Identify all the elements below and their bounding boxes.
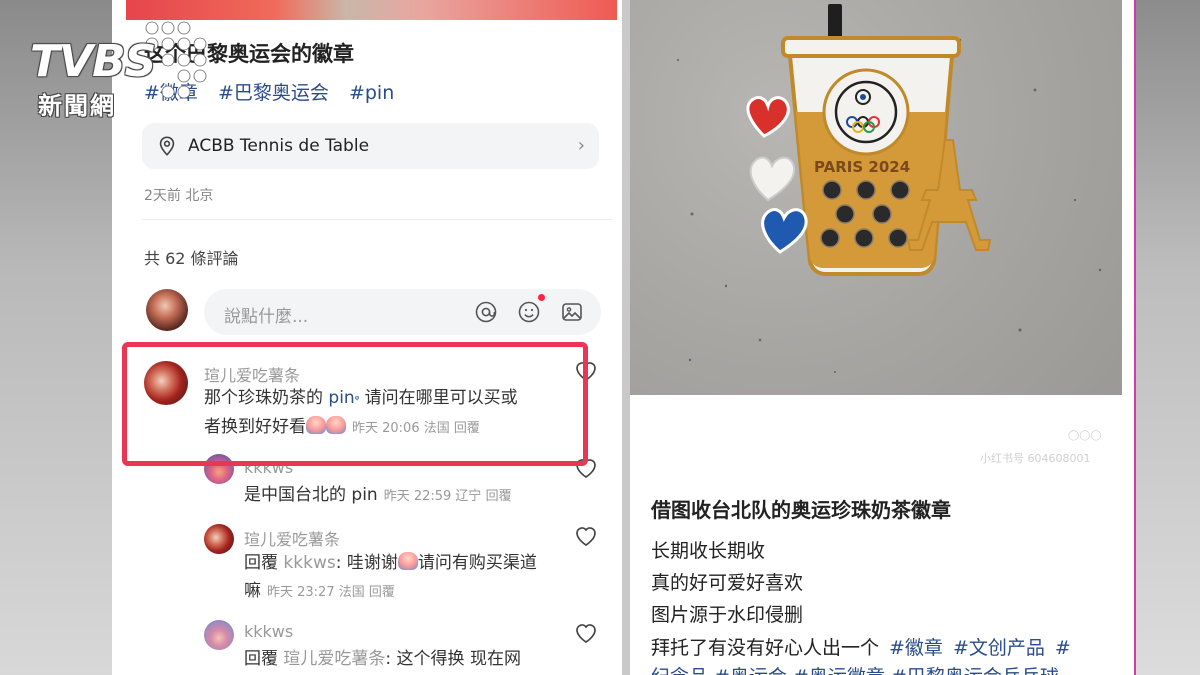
location-label: ACBB Tennis de Table [188, 136, 370, 156]
divider [142, 219, 612, 220]
heart-icon[interactable] [574, 622, 598, 644]
avatar[interactable] [204, 524, 234, 554]
tag-link[interactable]: #文创产品 [953, 637, 1045, 659]
comment-username[interactable]: 瑄儿爱吃薯条 [244, 526, 340, 550]
reply-user-link[interactable]: kkkws [283, 553, 335, 573]
reference-post-panel: PARIS 2024 ◯◯◯ 小红书号 604608001 借图收台北队的奥运珍… [630, 0, 1134, 675]
avatar[interactable] [146, 289, 188, 331]
comment-username[interactable]: kkkws [244, 622, 293, 641]
post-body-line: 真的好可爱好喜欢 [651, 572, 804, 594]
background-divider [1134, 0, 1136, 675]
location-chip[interactable]: ACBB Tennis de Table › [142, 123, 599, 169]
tag-link[interactable]: #巴黎奥运会 [218, 82, 329, 104]
reference-post-title: 借图收台北队的奥运珍珠奶茶徽章 [651, 498, 951, 522]
tag-link[interactable]: #徽章 [889, 637, 943, 659]
tvbs-logo: TVBS 新聞網 [28, 21, 218, 122]
post-body-line: 拜托了有没有好心人出一个 #徽章 #文创产品 # [651, 637, 1071, 659]
post-body-line: 长期收长期收 [651, 540, 766, 562]
avatar[interactable] [204, 620, 234, 650]
post-meta: 2天前 北京 [144, 188, 214, 204]
comment-meta[interactable]: 昨天 22:59 辽宁 回覆 [384, 489, 512, 504]
chevron-right-icon: › [577, 135, 585, 156]
image-icon[interactable] [560, 300, 584, 324]
heart-icon[interactable] [574, 525, 598, 547]
watermark-logo: ◯◯◯ [1068, 430, 1102, 441]
tag-link[interactable]: # [1055, 637, 1071, 659]
pin-photo[interactable]: PARIS 2024 [630, 0, 1122, 395]
pin-text: PARIS 2024 [814, 158, 910, 176]
post-body-line: 图片源于水印侵删 [651, 604, 804, 626]
comment-text: 回覆 kkkws: 哇谢谢 请问有购买渠道 [244, 552, 537, 573]
at-icon[interactable] [474, 300, 498, 324]
highlight-box [122, 342, 588, 466]
post-image-bottom-edge [126, 0, 617, 20]
logo-subtitle: 新聞網 [38, 92, 116, 120]
post-tags-line[interactable]: 纪念品 #奥运会 #奥运徽章 #巴黎奥运会乒乓球 [651, 662, 1059, 675]
notification-dot [538, 294, 545, 301]
emoji-sticker [397, 552, 418, 570]
comment-count: 共 62 條評論 [144, 249, 239, 268]
reply-user-link[interactable]: 瑄儿爱吃薯条 [283, 649, 385, 669]
location-pin-icon [159, 136, 175, 156]
comment-text: 嘛昨天 23:27 法国 回覆 [244, 581, 395, 601]
comment-text: 回覆 瑄儿爱吃薯条: 这个得换 现在网 [244, 649, 521, 669]
comment-input[interactable]: 說點什麼... [204, 289, 601, 335]
comment-meta[interactable]: 昨天 23:27 法国 回覆 [267, 585, 395, 600]
emoji-icon[interactable] [517, 300, 541, 324]
comment-input-placeholder: 說點什麼... [224, 307, 309, 327]
bubble-tea-pin-illustration: PARIS 2024 [676, 4, 1102, 373]
logo-brand: TVBS [30, 36, 156, 87]
tag-link[interactable]: #pin [349, 82, 394, 104]
background-right [1136, 0, 1200, 675]
comment-text: 是中国台北的 pin 昨天 22:59 辽宁 回覆 [244, 485, 512, 505]
watermark-text: 小红书号 604608001 [980, 452, 1091, 465]
